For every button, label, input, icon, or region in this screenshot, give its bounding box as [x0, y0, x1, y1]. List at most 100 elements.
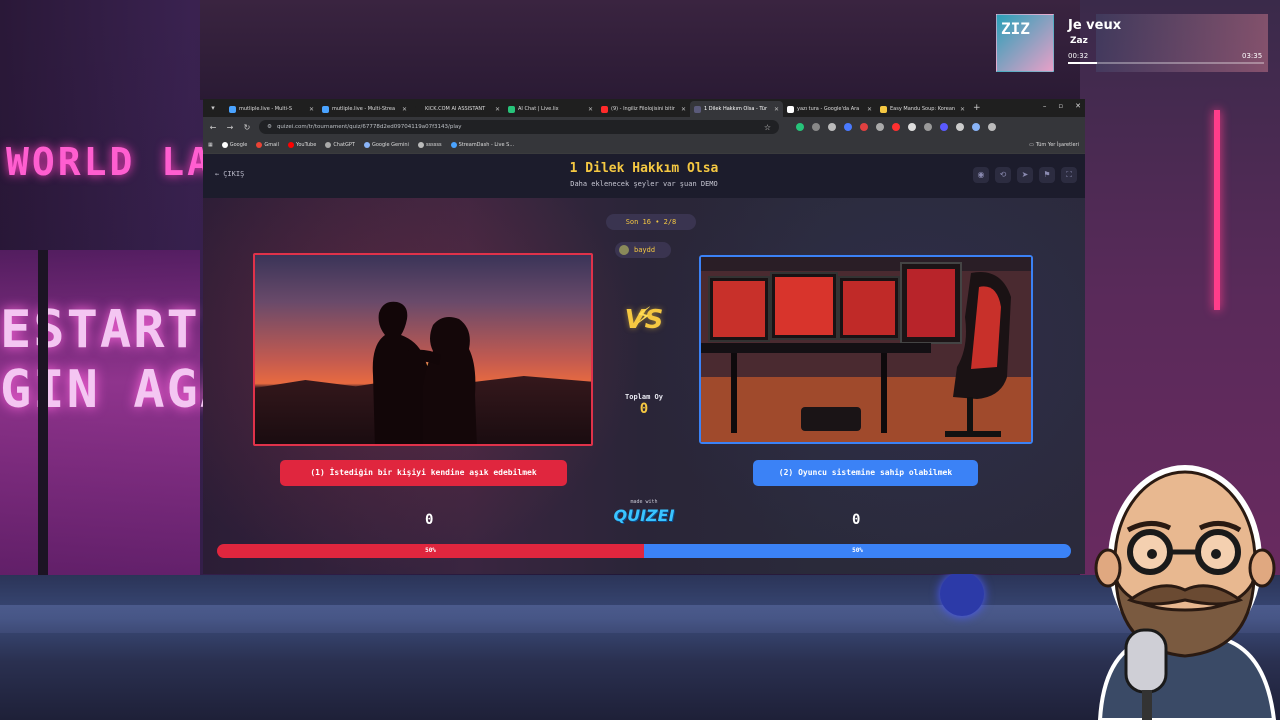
album-cover: ZIZ — [996, 14, 1054, 72]
bookmark-label: ssssss — [425, 142, 442, 148]
tab-close-icon[interactable]: ✕ — [867, 106, 872, 113]
extension-icon[interactable] — [908, 123, 916, 131]
send-icon[interactable]: ➤ — [1017, 167, 1033, 183]
browser-tab[interactable]: Easy Mandu Soup: Korean ✕ — [876, 101, 969, 117]
tab-close-icon[interactable]: ✕ — [402, 106, 407, 113]
bookmark-item[interactable]: YouTube — [287, 142, 317, 148]
quizei-logo[interactable]: QUIZEI — [609, 506, 679, 525]
vote-button-left[interactable]: (1) İstediğin bir kişiyi kendine aşık ed… — [280, 460, 567, 486]
close-window-icon[interactable]: ✕ — [1075, 102, 1081, 110]
bookmark-label: YouTube — [295, 142, 317, 148]
song-artist: Zaz — [1070, 36, 1088, 46]
song-time-current: 00:32 — [1068, 52, 1089, 60]
tab-favicon-icon — [787, 105, 794, 113]
bookmark-item[interactable]: Google Gemini — [363, 142, 409, 148]
tab-favicon-icon — [415, 105, 422, 113]
browser-tab[interactable]: AI Chat | Live.lix ✕ — [504, 101, 597, 117]
tab-close-icon[interactable]: ✕ — [681, 106, 686, 113]
profile-icon[interactable] — [972, 123, 980, 131]
bookmark-favicon-icon — [325, 142, 332, 148]
browser-tab[interactable]: (9) - İngiliz Filolojisini bitir ✕ — [597, 101, 690, 117]
tab-label: Easy Mandu Soup: Korean — [890, 106, 956, 112]
extension-icon[interactable] — [812, 123, 820, 131]
background-building — [200, 0, 1080, 100]
folder-icon: ▭ — [1029, 142, 1034, 148]
tab-close-icon[interactable]: ✕ — [774, 106, 779, 113]
couple-silhouette — [372, 301, 477, 444]
total-votes-value: 0 — [639, 401, 649, 417]
extension-icon[interactable] — [844, 123, 852, 131]
bookmark-item[interactable]: ChatGPT — [325, 142, 355, 148]
tab-close-icon[interactable]: ✕ — [495, 106, 500, 113]
option-card-right[interactable] — [699, 255, 1033, 444]
bookmark-star-icon[interactable]: ☆ — [764, 123, 771, 132]
bookmark-item[interactable]: StreamDash - Live S... — [450, 142, 514, 148]
browser-tab[interactable]: 1 Dilek Hakkım Olsa - Tür ✕ — [690, 101, 783, 117]
extension-icon[interactable] — [924, 123, 932, 131]
fullscreen-icon[interactable]: ⛶ — [1061, 167, 1077, 183]
browser-tab[interactable]: KICK.COM AI ASSISTANT ✕ — [411, 101, 504, 117]
bookmark-item[interactable]: Google — [221, 142, 248, 148]
share-icon[interactable]: ⟲ — [995, 167, 1011, 183]
extension-icon[interactable] — [828, 123, 836, 131]
tab-list: mutliple.live - Multi-S ✕ mutliple.live - … — [225, 99, 969, 117]
bookmark-item[interactable]: Gmail — [256, 142, 279, 148]
new-tab-icon[interactable]: + — [973, 103, 981, 113]
quiz-header: ← ÇIKIŞ 1 Dilek Hakkım Olsa Daha eklenec… — [203, 154, 1085, 198]
menu-dots-icon[interactable] — [988, 123, 996, 131]
apps-grid-icon[interactable]: ▦ — [208, 142, 213, 148]
tab-search-icon[interactable]: ▾ — [207, 102, 219, 114]
quiz-page: ← ÇIKIŞ 1 Dilek Hakkım Olsa Daha eklenec… — [203, 154, 1085, 574]
option-card-left[interactable] — [253, 253, 593, 446]
couple-sunset-image — [255, 255, 591, 444]
bookmark-item[interactable]: ssssss — [417, 142, 442, 148]
vote-progress-left: 50% — [217, 544, 644, 558]
reload-icon[interactable]: ↻ — [242, 123, 252, 132]
vote-button-right[interactable]: (2) Oyuncu sistemine sahip olabilmek — [753, 460, 978, 486]
minimize-icon[interactable]: – — [1043, 102, 1047, 110]
browser-tab[interactable]: yazı tura - Google'da Ara ✕ — [783, 101, 876, 117]
bookmark-favicon-icon — [363, 142, 370, 148]
tab-close-icon[interactable]: ✕ — [960, 106, 965, 113]
vote-progress-right: 50% — [644, 544, 1071, 558]
streamer-avatar — [1094, 465, 1277, 720]
site-info-icon[interactable]: ⚙ — [267, 124, 272, 130]
song-title: Je veux — [1068, 18, 1122, 33]
bookmark-label: Google — [229, 142, 248, 148]
street — [0, 575, 1280, 720]
bookmark-label: ChatGPT — [333, 142, 355, 148]
extension-icon[interactable] — [940, 123, 948, 131]
flag-icon[interactable]: ⚑ — [1039, 167, 1055, 183]
extension-icon[interactable] — [892, 123, 900, 131]
address-bar[interactable]: ⚙ quizei.com/tr/tournament/quiz/67778d2e… — [259, 120, 779, 134]
all-bookmarks-label: Tüm Yer İşaretleri — [1035, 142, 1079, 148]
tab-label: AI Chat | Live.lix — [518, 106, 559, 112]
extension-icon[interactable] — [860, 123, 868, 131]
browser-tab[interactable]: mutliple.live - Multi-Strea ✕ — [318, 101, 411, 117]
bookmark-list: Google Gmail YouTube ChatGPT Google Gemini ss… — [221, 142, 514, 148]
browser-tab[interactable]: mutliple.live - Multi-S ✕ — [225, 101, 318, 117]
avatar — [619, 245, 629, 255]
vote-count-left: 0 — [425, 512, 434, 528]
forward-arrow-icon[interactable]: → — [225, 123, 235, 132]
gaming-setup-illustration — [701, 257, 1031, 442]
bookmark-favicon-icon — [256, 142, 263, 148]
tab-label: KICK.COM AI ASSISTANT — [425, 106, 486, 112]
maximize-icon[interactable]: ▫ — [1058, 102, 1063, 110]
eye-icon[interactable]: ◉ — [973, 167, 989, 183]
tab-favicon-icon — [880, 105, 887, 113]
back-arrow-icon[interactable]: ← — [208, 123, 218, 132]
vote-progress-bar: 50% 50% — [217, 544, 1071, 558]
extension-icon[interactable] — [796, 123, 804, 131]
all-bookmarks[interactable]: ▭ Tüm Yer İşaretleri — [1029, 142, 1079, 148]
tab-close-icon[interactable]: ✕ — [309, 106, 314, 113]
extension-icon[interactable] — [876, 123, 884, 131]
neon-sign-world: WORLD LA — [6, 140, 214, 184]
tab-bar: ▾ mutliple.live - Multi-S ✕ mutliple.live … — [203, 99, 1085, 117]
song-progress-bar — [1068, 62, 1264, 64]
blue-sign — [940, 572, 984, 616]
header-actions: ◉ ⟲ ➤ ⚑ ⛶ — [973, 167, 1077, 183]
tab-label: mutliple.live - Multi-S — [239, 106, 293, 112]
puzzle-icon[interactable] — [956, 123, 964, 131]
tab-close-icon[interactable]: ✕ — [588, 106, 593, 113]
